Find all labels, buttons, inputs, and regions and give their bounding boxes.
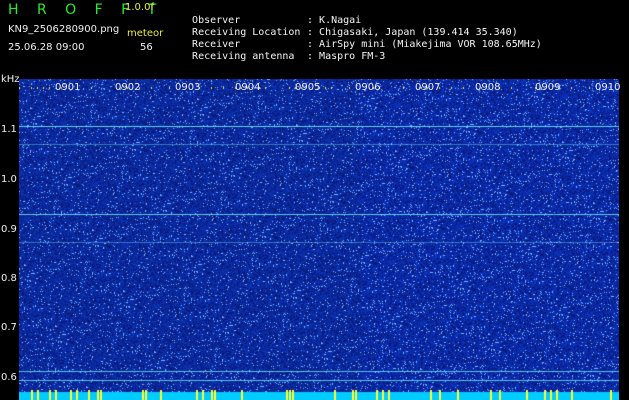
info-value: Maspro FM-3 <box>319 51 386 62</box>
info-key: Receiving antenna <box>192 51 295 62</box>
y-tick-label: 1.0 <box>1 174 17 185</box>
version-label: 1.0.0f <box>125 2 154 13</box>
info-row-antenna: Receiving antenna: Maspro FM-3 <box>180 39 385 63</box>
y-tick-label: 0.6 <box>1 372 17 383</box>
time-label: 0910 <box>595 82 621 93</box>
y-tick-label: 1.1 <box>1 124 17 135</box>
time-label: 0906 <box>355 82 381 93</box>
time-label: 0905 <box>295 82 321 93</box>
time-label: 0908 <box>475 82 501 93</box>
date-time: 25.06.28 09:00 <box>8 42 85 53</box>
frequency-unit-label: kHz <box>1 74 20 85</box>
time-label: 0903 <box>175 82 201 93</box>
info-colon: : <box>307 51 314 62</box>
y-tick-label: 0.8 <box>1 273 17 284</box>
time-label: 0902 <box>115 82 141 93</box>
time-label: 0909 <box>535 82 561 93</box>
meteor-count-value: 56 <box>140 42 153 53</box>
spectrogram <box>19 79 619 400</box>
time-label: 0907 <box>415 82 441 93</box>
spectrogram-canvas <box>19 79 619 400</box>
time-label: 0904 <box>235 82 261 93</box>
y-tick-label: 0.9 <box>1 224 17 235</box>
y-tick-label: 0.7 <box>1 322 17 333</box>
time-label: 0901 <box>55 82 81 93</box>
meteor-count-label: meteor <box>127 28 164 39</box>
file-name: KN9_2506280900.png <box>8 24 120 35</box>
